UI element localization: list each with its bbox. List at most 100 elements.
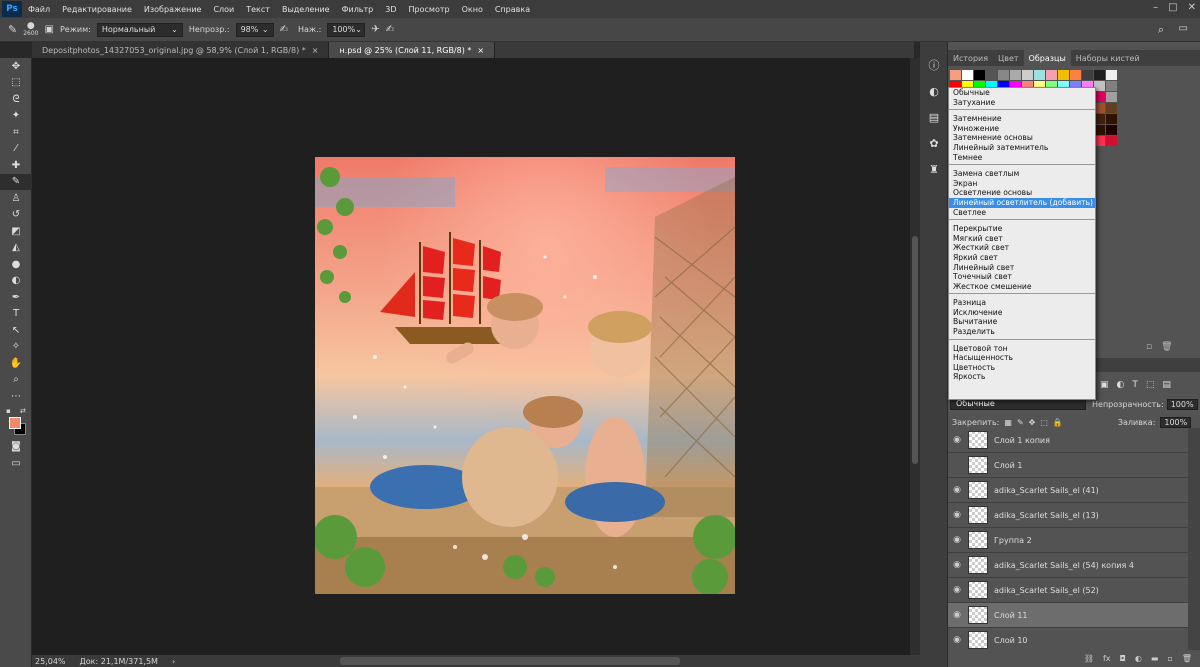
healing-brush-tool-icon[interactable]: ✚: [0, 157, 32, 174]
layer-name[interactable]: adika_Scarlet Sails_el (41): [994, 486, 1099, 495]
more-tools-icon[interactable]: ⋯: [0, 388, 32, 405]
swatch[interactable]: [1106, 125, 1117, 135]
blend-mode-option[interactable]: Яркость: [949, 372, 1095, 382]
menu-item[interactable]: 3D: [379, 5, 402, 14]
magic-wand-tool-icon[interactable]: ✦: [0, 108, 32, 125]
layer-row[interactable]: ◉ adika_Scarlet Sails_el (41): [948, 478, 1188, 503]
foreground-color-swatch[interactable]: [9, 416, 21, 429]
layer-name[interactable]: Группа 2: [994, 536, 1032, 545]
visibility-eye-icon[interactable]: ◉: [948, 585, 966, 595]
blend-mode-option[interactable]: Умножение: [949, 124, 1095, 134]
visibility-eye-icon[interactable]: ◉: [948, 485, 966, 495]
blend-mode-option[interactable]: Темнее: [949, 153, 1095, 163]
swatch[interactable]: [1046, 70, 1057, 80]
new-layer-icon[interactable]: ▫: [1167, 654, 1172, 663]
brush-tool-icon[interactable]: ✎: [8, 23, 17, 36]
swatch[interactable]: [1058, 70, 1069, 80]
close-icon[interactable]: ✕: [1188, 2, 1196, 13]
brushes-icon[interactable]: ✿: [920, 130, 948, 156]
crop-tool-icon[interactable]: ⌗: [0, 124, 32, 141]
layer-row[interactable]: Слой 1: [948, 453, 1188, 478]
blend-mode-option[interactable]: Обычные: [949, 88, 1095, 98]
blend-mode-option[interactable]: Перекрытие: [949, 224, 1095, 234]
layer-row[interactable]: ◉ Слой 11: [948, 603, 1188, 628]
blend-mode-option[interactable]: Яркий свет: [949, 253, 1095, 263]
layer-row[interactable]: ◉ Слой 1 копия: [948, 428, 1188, 453]
blend-mode-option[interactable]: Исключение: [949, 308, 1095, 318]
visibility-eye-icon[interactable]: ◉: [948, 635, 966, 645]
layer-name[interactable]: adika_Scarlet Sails_el (54) копия 4: [994, 561, 1134, 570]
blend-mode-option[interactable]: Цветность: [949, 363, 1095, 373]
visibility-eye-icon[interactable]: ◉: [948, 560, 966, 570]
lock-pixels-icon[interactable]: ✎: [1017, 418, 1024, 427]
menu-item[interactable]: Выделение: [276, 5, 336, 14]
info-icon[interactable]: ⓘ: [920, 52, 948, 78]
hand-tool-icon[interactable]: ✋: [0, 355, 32, 372]
layer-name[interactable]: adika_Scarlet Sails_el (13): [994, 511, 1099, 520]
swatch[interactable]: [998, 70, 1009, 80]
screen-mode-icon[interactable]: ▭: [0, 455, 32, 472]
blend-mode-option[interactable]: Цветовой тон: [949, 344, 1095, 354]
blend-mode-option[interactable]: Осветление основы: [949, 188, 1095, 198]
trash-icon[interactable]: 🗑: [1161, 342, 1172, 352]
zoom-tool-icon[interactable]: ⌕: [0, 372, 32, 389]
menu-item[interactable]: Текст: [240, 5, 276, 14]
swatch[interactable]: [950, 70, 961, 80]
swatch[interactable]: [1082, 70, 1093, 80]
layer-row[interactable]: ◉ Группа 2: [948, 528, 1188, 553]
zoom-level[interactable]: 25,04%: [35, 657, 66, 666]
type-tool-icon[interactable]: T: [0, 306, 32, 323]
blend-mode-option[interactable]: Насыщенность: [949, 353, 1095, 363]
swatch[interactable]: [1106, 70, 1117, 80]
close-icon[interactable]: ×: [477, 46, 484, 55]
swatch[interactable]: [1106, 136, 1117, 146]
menu-item[interactable]: Просмотр: [403, 5, 456, 14]
lock-position-icon[interactable]: ✥: [1029, 418, 1036, 427]
layer-name[interactable]: Слой 10: [994, 636, 1028, 645]
minimize-icon[interactable]: –: [1153, 2, 1158, 13]
tab-document-1[interactable]: Depositphotos_14327053_original.jpg @ 58…: [32, 42, 330, 58]
filter-shape-icon[interactable]: ⬚: [1146, 380, 1155, 390]
airbrush-icon[interactable]: ✈: [371, 24, 379, 35]
move-tool-icon[interactable]: ✥: [0, 58, 32, 75]
close-icon[interactable]: ×: [312, 46, 319, 55]
filter-adjustment-icon[interactable]: ◐: [1117, 380, 1125, 390]
layer-name[interactable]: Слой 1 копия: [994, 436, 1050, 445]
trash-icon[interactable]: 🗑: [1182, 654, 1192, 663]
swatch[interactable]: [1106, 92, 1117, 102]
clone-stamp-tool-icon[interactable]: ♙: [0, 190, 32, 207]
blend-mode-option[interactable]: Затемнение: [949, 114, 1095, 124]
layer-name[interactable]: Слой 1: [994, 461, 1022, 470]
blend-mode-option[interactable]: Жесткое смешение: [949, 282, 1095, 292]
layer-opacity-field[interactable]: 100%: [1166, 398, 1198, 410]
swatch[interactable]: [1094, 70, 1105, 80]
tab-brush-presets[interactable]: Наборы кистей: [1071, 50, 1145, 66]
tab-history[interactable]: История: [948, 50, 993, 66]
link-layers-icon[interactable]: ⛓: [1084, 654, 1094, 663]
layer-row[interactable]: ◉ adika_Scarlet Sails_el (52): [948, 578, 1188, 603]
layers-scrollbar[interactable]: [1188, 428, 1200, 650]
flow-field[interactable]: 100% ⌄: [327, 22, 366, 37]
swatch[interactable]: [1022, 70, 1033, 80]
adjustment-layer-icon[interactable]: ◐: [1135, 654, 1142, 663]
eyedropper-tool-icon[interactable]: ⁄: [0, 141, 32, 158]
brush-tool-icon[interactable]: ✎: [0, 173, 32, 190]
pressure-opacity-icon[interactable]: ✍: [280, 24, 288, 35]
marquee-tool-icon[interactable]: ⬚: [0, 75, 32, 92]
blend-mode-option[interactable]: Разница: [949, 298, 1095, 308]
workspace-icon[interactable]: ▭: [1179, 23, 1188, 34]
clone-source-icon[interactable]: ♜: [920, 156, 948, 182]
blend-mode-option[interactable]: Точечный свет: [949, 272, 1095, 282]
swatch[interactable]: [974, 70, 985, 80]
adjustments-icon[interactable]: ◐: [920, 78, 948, 104]
pressure-size-icon[interactable]: ✍: [386, 24, 394, 35]
swatch[interactable]: [1034, 70, 1045, 80]
dodge-tool-icon[interactable]: ◐: [0, 273, 32, 290]
blend-mode-option[interactable]: Жесткий свет: [949, 243, 1095, 253]
document-canvas[interactable]: [315, 157, 735, 594]
menu-item[interactable]: Изображение: [138, 5, 208, 14]
swatch[interactable]: [962, 70, 973, 80]
swatch[interactable]: [1070, 70, 1081, 80]
menu-item[interactable]: Справка: [489, 5, 536, 14]
brush-preset-picker[interactable]: ● 2600: [23, 21, 38, 38]
